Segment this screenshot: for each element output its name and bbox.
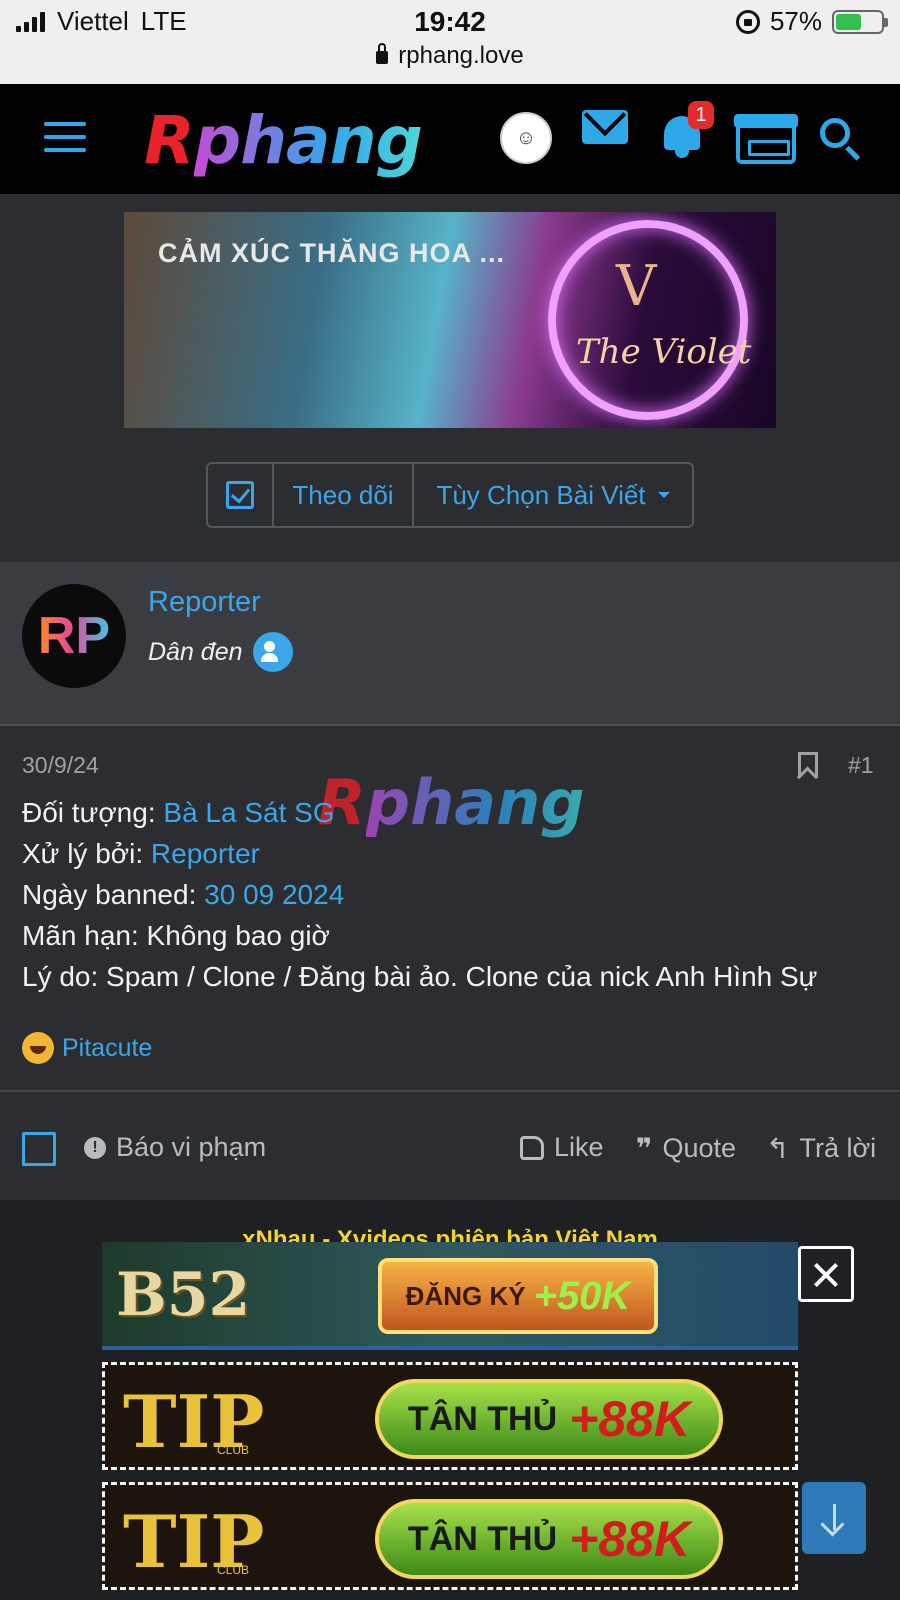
alert-icon: ! [84, 1136, 106, 1159]
scroll-down-icon[interactable] [802, 1482, 866, 1554]
tip-club-label: CLUB [217, 1443, 250, 1457]
avatar[interactable]: ☺ [500, 112, 552, 164]
tip-ad[interactable]: TIP CLUB TÂN THỦ +88K [102, 1362, 798, 1470]
reply-icon: ↰ [766, 1133, 790, 1164]
status-right: 57% [735, 6, 888, 37]
laughing-emoji-icon [22, 1032, 54, 1064]
reason-line: Lý do: Spam / Clone / Đăng bài ảo. Clone… [22, 961, 818, 992]
handler-link[interactable]: Reporter [151, 838, 260, 869]
banner-ad[interactable]: CẢM XÚC THĂNG HOA ... V The Violet [124, 212, 776, 428]
menu-icon[interactable] [44, 122, 86, 156]
b52-logo: B52 [116, 1260, 251, 1330]
banner-brand: The Violet [576, 332, 752, 372]
b52-ad[interactable]: B52 ĐĂNG KÝ +50K [102, 1242, 798, 1350]
close-ad-icon[interactable] [798, 1246, 854, 1302]
reply-button[interactable]: ↰ Trả lời [766, 1132, 876, 1165]
author-title: Dân đen [148, 632, 293, 672]
post-body: 30/9/24 #1 Rphang Đối tượng: Bà La Sát S… [0, 726, 900, 1090]
address-bar[interactable]: rphang.love [0, 42, 900, 70]
checkbox-icon [226, 481, 254, 509]
post-number[interactable]: #1 [848, 752, 874, 779]
quote-label: Quote [662, 1133, 736, 1163]
battery-fill [836, 13, 862, 30]
banner-headline: CẢM XÚC THĂNG HOA ... [158, 238, 505, 268]
neon-ring [548, 220, 748, 420]
post-date[interactable]: 30/9/24 [22, 752, 99, 779]
reply-label: Trả lời [799, 1133, 877, 1163]
user-title-text: Dân đen [148, 637, 243, 666]
tip-cta: TÂN THỦ +88K [375, 1379, 723, 1459]
banned-date-link[interactable]: 30 09 2024 [204, 879, 344, 910]
target-link[interactable]: Bà La Sát SG [163, 797, 334, 828]
post-actions: ! Báo vi phạm Like ❞ Quote ↰ Trả lời [0, 1090, 900, 1200]
like-button[interactable]: Like [520, 1132, 604, 1163]
reaction-summary[interactable]: Pitacute [22, 1032, 152, 1064]
search-icon[interactable] [820, 118, 850, 148]
target-line: Đối tượng: Bà La Sát SG [22, 797, 335, 828]
post-options-label: Tùy Chọn Bài Viết [436, 479, 646, 510]
b52-cta: ĐĂNG KÝ +50K [378, 1258, 658, 1334]
follow-button[interactable]: Theo dõi [274, 464, 414, 526]
tip-club-label: CLUB [217, 1563, 250, 1577]
expiry-line: Mãn hạn: Không bao giờ [22, 920, 330, 951]
battery-icon [832, 9, 888, 34]
tip-cta: TÂN THỦ +88K [375, 1499, 723, 1579]
chevron-down-icon [657, 492, 670, 498]
report-button[interactable]: ! Báo vi phạm [84, 1132, 266, 1163]
post-content: Đối tượng: Bà La Sát SG Xử lý bởi: Repor… [22, 792, 817, 997]
user-edit-icon [252, 632, 293, 672]
mail-icon[interactable] [582, 110, 628, 144]
store-icon[interactable] [734, 114, 798, 164]
report-label: Báo vi phạm [116, 1132, 267, 1162]
post-author: RP Reporter Dân đen [0, 562, 900, 726]
like-label: Like [554, 1132, 604, 1162]
author-username[interactable]: Reporter [148, 586, 261, 619]
notification-badge: 1 [688, 101, 714, 129]
url-text: rphang.love [398, 42, 524, 69]
reaction-user[interactable]: Pitacute [62, 1034, 152, 1063]
handled-line: Xử lý bởi: Reporter [22, 838, 260, 869]
lock-icon [376, 43, 389, 64]
quote-icon: ❞ [636, 1133, 653, 1164]
thumbs-up-icon [520, 1135, 544, 1160]
author-avatar[interactable]: RP [22, 584, 126, 688]
status-bar: Viettel LTE 19:42 57% rphang.love [0, 0, 900, 84]
bookmark-icon[interactable] [798, 752, 818, 778]
tip-ad[interactable]: TIP CLUB TÂN THỦ +88K [102, 1482, 798, 1590]
site-logo[interactable]: Rphang [144, 102, 423, 179]
post-options-button[interactable]: Tùy Chọn Bài Viết [414, 464, 692, 526]
banned-line: Ngày banned: 30 09 2024 [22, 879, 345, 910]
rotation-lock-icon [735, 9, 760, 34]
battery-percent: 57% [769, 6, 822, 36]
select-post-checkbox[interactable] [22, 1132, 56, 1166]
thread-controls: Theo dõi Tùy Chọn Bài Viết [206, 462, 694, 528]
violet-logo-icon: V [616, 254, 657, 319]
quote-button[interactable]: ❞ Quote [636, 1132, 736, 1165]
select-thread-button[interactable] [208, 464, 274, 526]
